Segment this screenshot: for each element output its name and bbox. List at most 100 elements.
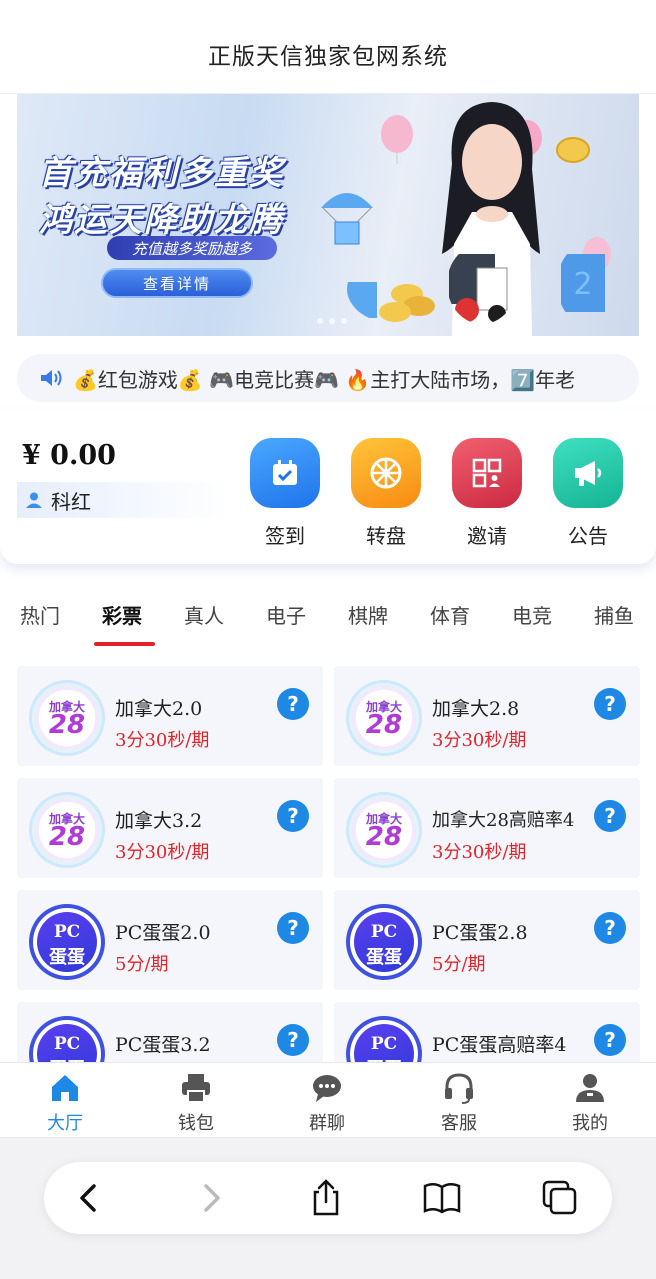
game-name: PC蛋蛋2.0 bbox=[115, 922, 211, 944]
banner-headline-2: 鸿运天降助龙腾 bbox=[39, 200, 284, 239]
carousel-dots[interactable] bbox=[317, 318, 347, 324]
announcement-marquee[interactable]: 💰红包游戏💰 🎮电竞比赛🎮 🔥主打大陆市场，7️⃣年老 bbox=[17, 354, 639, 402]
game-grid: 加拿大 28 加拿大2.0 3分30秒/期 ? 加拿大 28 加拿大2.8 3分… bbox=[0, 662, 656, 1062]
banner-headline-1: 首充福利多重奖 bbox=[39, 153, 284, 192]
tabs-icon[interactable] bbox=[540, 1178, 580, 1218]
invite-label: 邀请 bbox=[467, 524, 507, 548]
game-card[interactable]: 加拿大 28 加拿大28高赔率4 3分30秒/期 ? bbox=[334, 778, 640, 878]
game-period: 5分/期 bbox=[432, 954, 486, 975]
parachute-gift-icon bbox=[321, 193, 373, 245]
nav-group-chat-label: 群聊 bbox=[309, 1113, 345, 1134]
lucky-wheel-button[interactable]: 转盘 bbox=[350, 438, 422, 549]
nav-wallet-label: 钱包 bbox=[178, 1113, 214, 1134]
username: 科红 bbox=[51, 489, 91, 514]
game-card[interactable]: 加拿大 28 加拿大3.2 3分30秒/期 ? bbox=[17, 778, 323, 878]
forward-icon[interactable] bbox=[190, 1178, 230, 1218]
game-card[interactable]: 加拿大 28 加拿大2.0 3分30秒/期 ? bbox=[17, 666, 323, 766]
game-period: 5分/期 bbox=[115, 954, 169, 975]
game-period: 3分30秒/期 bbox=[115, 842, 210, 863]
box-icon: 2 bbox=[561, 254, 605, 312]
nav-group-chat[interactable]: 群聊 bbox=[287, 1071, 367, 1135]
tab-fishing[interactable]: 捕鱼 bbox=[594, 600, 634, 629]
help-icon[interactable]: ? bbox=[594, 1024, 626, 1056]
app-header: 正版天信独家包网系统 bbox=[0, 0, 656, 94]
announcement-button[interactable]: 公告 bbox=[552, 438, 624, 549]
help-icon[interactable]: ? bbox=[594, 912, 626, 944]
svg-text:2: 2 bbox=[573, 267, 592, 302]
balloon-icon bbox=[381, 115, 413, 164]
pcdandan-logo: PC 蛋蛋 bbox=[346, 1016, 422, 1062]
help-icon[interactable]: ? bbox=[594, 800, 626, 832]
nav-profile[interactable]: 我的 bbox=[550, 1071, 630, 1135]
game-card[interactable]: PC 蛋蛋 PC蛋蛋3.2 ? bbox=[17, 1002, 323, 1062]
share-icon[interactable] bbox=[306, 1178, 346, 1218]
nav-support-label: 客服 bbox=[441, 1113, 477, 1134]
invite-button[interactable]: 邀请 bbox=[451, 438, 523, 549]
tab-sports[interactable]: 体育 bbox=[430, 600, 470, 629]
game-period: 3分30秒/期 bbox=[432, 730, 527, 751]
game-card[interactable]: PC 蛋蛋 PC蛋蛋2.0 5分/期 ? bbox=[17, 890, 323, 990]
bottom-nav: 大厅 钱包 群聊 客服 我的 bbox=[0, 1062, 656, 1138]
headset-icon bbox=[445, 1073, 473, 1104]
sign-in-button[interactable]: 签到 bbox=[249, 438, 321, 549]
lucky-wheel-label: 转盘 bbox=[366, 524, 406, 548]
tab-esports[interactable]: 电竞 bbox=[512, 600, 552, 629]
tab-live[interactable]: 真人 bbox=[184, 600, 224, 629]
game-card[interactable]: PC 蛋蛋 PC蛋蛋2.8 5分/期 ? bbox=[334, 890, 640, 990]
game-name: PC蛋蛋高赔率4 bbox=[432, 1034, 567, 1056]
game-name: PC蛋蛋3.2 bbox=[115, 1034, 211, 1056]
category-tabs: 热门 彩票 真人 电子 棋牌 体育 电竞 捕鱼 bbox=[0, 584, 656, 650]
user-icon bbox=[26, 492, 42, 508]
marquee-text: 💰红包游戏💰 🎮电竞比赛🎮 🔥主打大陆市场，7️⃣年老 bbox=[73, 367, 576, 392]
view-details-button[interactable]: 查看详情 bbox=[101, 268, 253, 298]
help-icon[interactable]: ? bbox=[594, 688, 626, 720]
help-icon[interactable]: ? bbox=[277, 1024, 309, 1056]
game-period: 3分30秒/期 bbox=[432, 842, 527, 863]
back-icon[interactable] bbox=[70, 1178, 110, 1218]
announcement-label: 公告 bbox=[568, 524, 608, 548]
wheel-icon bbox=[351, 438, 421, 508]
tab-slots[interactable]: 电子 bbox=[266, 600, 306, 629]
promo-banner[interactable]: 2 首充福利多重奖 鸿运天降助龙腾 充值越多奖励越多 查看详情 bbox=[17, 94, 639, 336]
sign-in-label: 签到 bbox=[265, 524, 305, 548]
game-name: 加拿大2.8 bbox=[432, 698, 520, 720]
game-name: PC蛋蛋2.8 bbox=[432, 922, 528, 944]
nav-lobby[interactable]: 大厅 bbox=[25, 1071, 105, 1135]
qr-invite-icon bbox=[452, 438, 522, 508]
tab-hot[interactable]: 热门 bbox=[20, 600, 60, 629]
browser-toolbar bbox=[0, 1138, 656, 1279]
tab-cards[interactable]: 棋牌 bbox=[348, 600, 388, 629]
game-card[interactable]: 加拿大 28 加拿大2.8 3分30秒/期 ? bbox=[334, 666, 640, 766]
canada28-logo: 加拿大 28 bbox=[29, 792, 105, 868]
pcdandan-logo: PC 蛋蛋 bbox=[346, 904, 422, 980]
cards-chips-icon bbox=[449, 254, 508, 323]
gold-coins-icon bbox=[347, 282, 435, 322]
canada28-logo: 加拿大 28 bbox=[29, 680, 105, 756]
nav-profile-label: 我的 bbox=[572, 1113, 608, 1134]
nav-support[interactable]: 客服 bbox=[419, 1071, 499, 1135]
pcdandan-logo: PC 蛋蛋 bbox=[29, 904, 105, 980]
user-icon bbox=[576, 1074, 604, 1102]
help-icon[interactable]: ? bbox=[277, 688, 309, 720]
nav-lobby-label: 大厅 bbox=[47, 1113, 83, 1134]
page-title: 正版天信独家包网系统 bbox=[208, 44, 448, 70]
speaker-icon bbox=[41, 370, 62, 386]
tab-lottery[interactable]: 彩票 bbox=[102, 600, 142, 629]
pcdandan-logo: PC 蛋蛋 bbox=[29, 1016, 105, 1062]
help-icon[interactable]: ? bbox=[277, 800, 309, 832]
bookmarks-icon[interactable] bbox=[422, 1178, 462, 1218]
game-name: 加拿大2.0 bbox=[115, 698, 203, 720]
active-tab-indicator bbox=[94, 642, 155, 646]
browser-toolbar-pill bbox=[44, 1162, 612, 1234]
megaphone-icon bbox=[553, 438, 623, 508]
calendar-check-icon bbox=[250, 438, 320, 508]
game-card[interactable]: PC 蛋蛋 PC蛋蛋高赔率4 ? bbox=[334, 1002, 640, 1062]
nav-wallet[interactable]: 钱包 bbox=[156, 1071, 236, 1135]
game-name: 加拿大28高赔率4 bbox=[432, 810, 575, 831]
banner-subtitle: 充值越多奖励越多 bbox=[107, 236, 277, 260]
wallet-panel: ¥ 0.00 科红 签到 转盘 邀请 公告 bbox=[0, 410, 656, 564]
help-icon[interactable]: ? bbox=[277, 912, 309, 944]
chat-bubble-icon bbox=[313, 1075, 341, 1102]
game-name: 加拿大3.2 bbox=[115, 810, 203, 832]
game-period: 3分30秒/期 bbox=[115, 730, 210, 751]
